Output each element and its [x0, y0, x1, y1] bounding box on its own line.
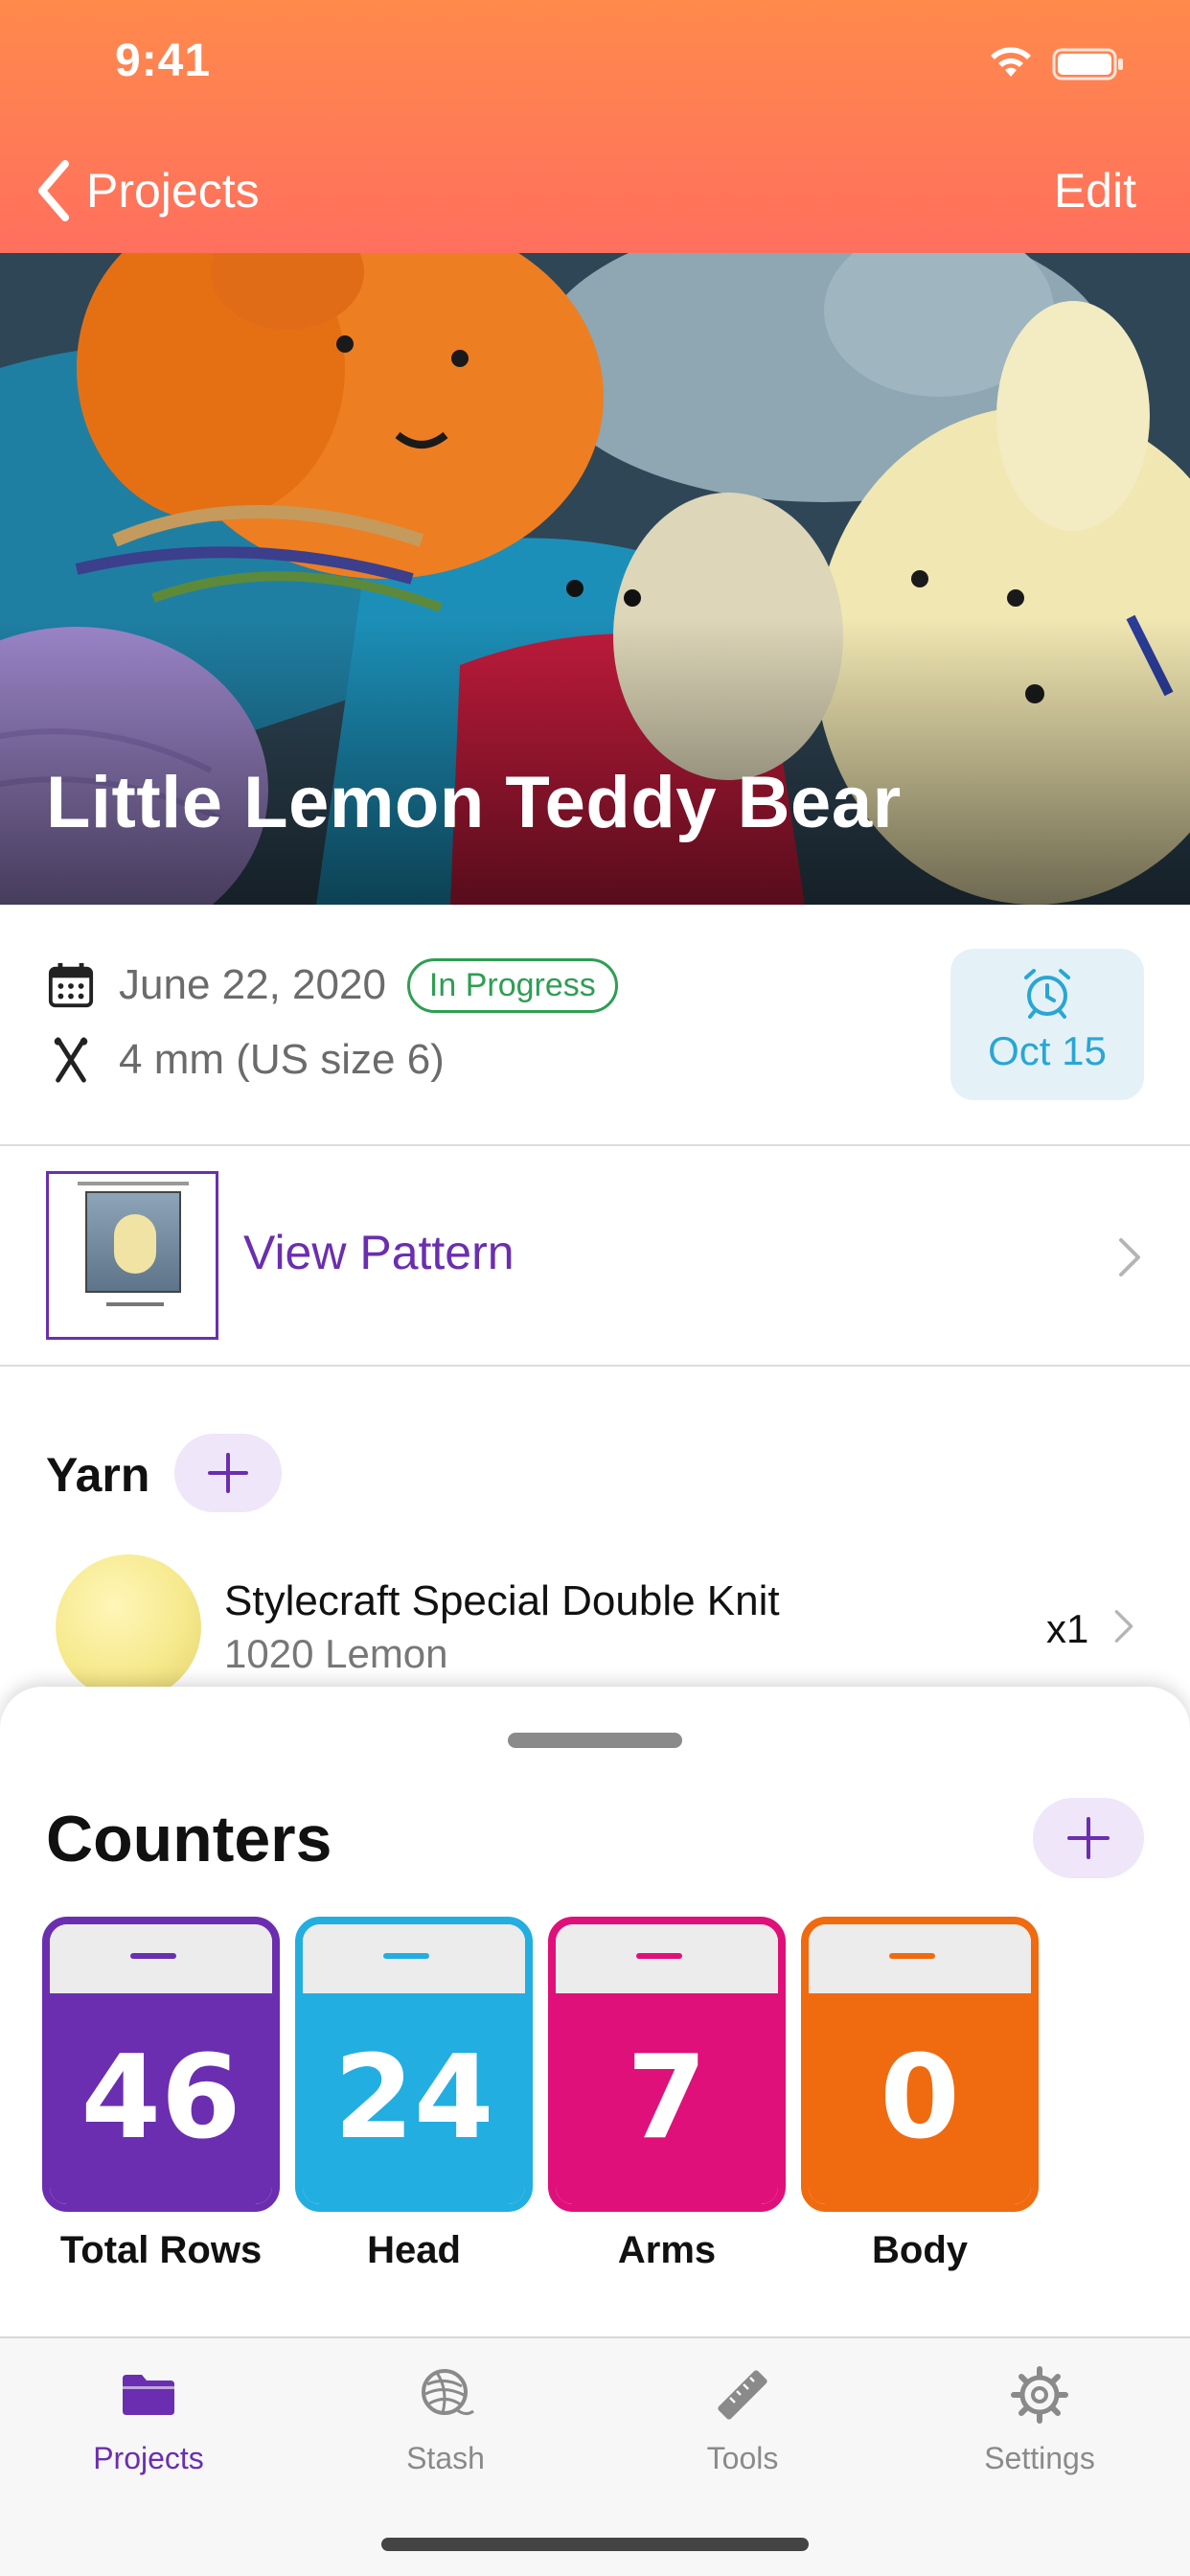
counter-card-body[interactable]: 0	[801, 1917, 1039, 2212]
add-counter-button[interactable]	[1033, 1798, 1144, 1878]
chevron-right-icon	[1114, 1610, 1133, 1643]
tab-label: Projects	[93, 2441, 204, 2475]
decrement-button[interactable]	[809, 1924, 1031, 1993]
edit-button[interactable]: Edit	[1054, 157, 1136, 224]
gear-icon	[1011, 2366, 1068, 2424]
counter-card-head[interactable]: 24	[295, 1917, 533, 2212]
start-date: June 22, 2020	[119, 961, 386, 1008]
navigation-header: 9:41 Projects Edit	[0, 0, 1190, 253]
plus-icon	[208, 1453, 248, 1493]
project-title: Little Lemon Teddy Bear	[46, 762, 902, 843]
yarn-color-swatch	[56, 1554, 201, 1700]
tab-tools[interactable]: Tools	[628, 2363, 858, 2476]
start-date-row: June 22, 2020 In Progress	[46, 954, 618, 1016]
counter-label: Total Rows	[59, 2229, 263, 2271]
ruler-icon	[718, 2370, 767, 2420]
minus-icon	[130, 1953, 176, 1959]
counter-card-arms[interactable]: 7	[548, 1917, 786, 2212]
minus-icon	[383, 1953, 429, 1959]
pattern-thumbnail	[46, 1171, 218, 1340]
chevron-left-icon	[38, 160, 69, 221]
counter-value[interactable]: 7	[556, 1993, 778, 2204]
counter-value[interactable]: 46	[50, 1993, 272, 2204]
counter-value[interactable]: 24	[303, 1993, 525, 2204]
home-indicator	[381, 2538, 809, 2551]
minus-icon	[889, 1953, 935, 1959]
counter-label: Head	[367, 2229, 461, 2271]
counter-label: Arms	[617, 2229, 717, 2271]
tab-projects[interactable]: Projects	[34, 2363, 263, 2476]
decrement-button[interactable]	[303, 1924, 525, 1993]
pattern-thumbnail-photo	[85, 1191, 181, 1293]
counters-sheet: Counters 46 Total Rows 24 Head 7 Arms 0 …	[0, 1687, 1190, 2338]
counters-title: Counters	[46, 1803, 332, 1875]
decrement-button[interactable]	[50, 1924, 272, 1993]
view-pattern-row[interactable]: View Pattern	[0, 1146, 1190, 1367]
status-badge: In Progress	[406, 957, 618, 1013]
project-info-section: June 22, 2020 In Progress 4 mm (US size …	[0, 905, 1190, 1146]
needle-size-row: 4 mm (US size 6)	[46, 1029, 445, 1091]
plus-icon	[1067, 1817, 1110, 1859]
tab-label: Settings	[984, 2441, 1095, 2475]
tab-label: Stash	[406, 2441, 485, 2475]
calendar-icon	[46, 960, 96, 1010]
back-button-label: Projects	[86, 164, 260, 218]
status-time: 9:41	[115, 35, 212, 86]
reminder-button[interactable]: Oct 15	[950, 949, 1144, 1100]
yarn-name: Stylecraft Special Double Knit	[224, 1577, 780, 1624]
reminder-date: Oct 15	[988, 1028, 1107, 1073]
add-yarn-button[interactable]	[174, 1434, 282, 1512]
minus-icon	[636, 1953, 682, 1959]
pattern-thumbnail-caption	[106, 1302, 164, 1306]
decrement-button[interactable]	[556, 1924, 778, 1993]
battery-icon	[1052, 48, 1123, 80]
yarn-ball-icon	[422, 2369, 474, 2416]
knitting-needles-icon	[46, 1035, 96, 1085]
back-button[interactable]: Projects	[34, 157, 260, 224]
counter-label: Body	[872, 2229, 968, 2271]
yarn-quantity: x1	[1046, 1606, 1089, 1651]
counter-card-total-rows[interactable]: 46	[42, 1917, 280, 2212]
tab-label: Tools	[706, 2441, 779, 2475]
yarn-heading: Yarn	[46, 1448, 150, 1502]
sheet-grabber[interactable]	[508, 1733, 682, 1748]
tab-settings[interactable]: Settings	[925, 2363, 1155, 2476]
yarn-color-name: 1020 Lemon	[224, 1631, 448, 1676]
pattern-thumbnail-title	[78, 1182, 189, 1185]
folder-icon	[123, 2375, 174, 2415]
needle-size: 4 mm (US size 6)	[119, 1036, 445, 1083]
tab-stash[interactable]: Stash	[331, 2363, 561, 2476]
project-hero-image: Little Lemon Teddy Bear	[0, 253, 1190, 905]
alarm-clock-icon	[1024, 969, 1070, 1019]
wifi-icon	[991, 47, 1031, 77]
counter-value[interactable]: 0	[809, 1993, 1031, 2204]
chevron-right-icon	[1119, 1238, 1140, 1276]
view-pattern-label: View Pattern	[243, 1226, 515, 1279]
